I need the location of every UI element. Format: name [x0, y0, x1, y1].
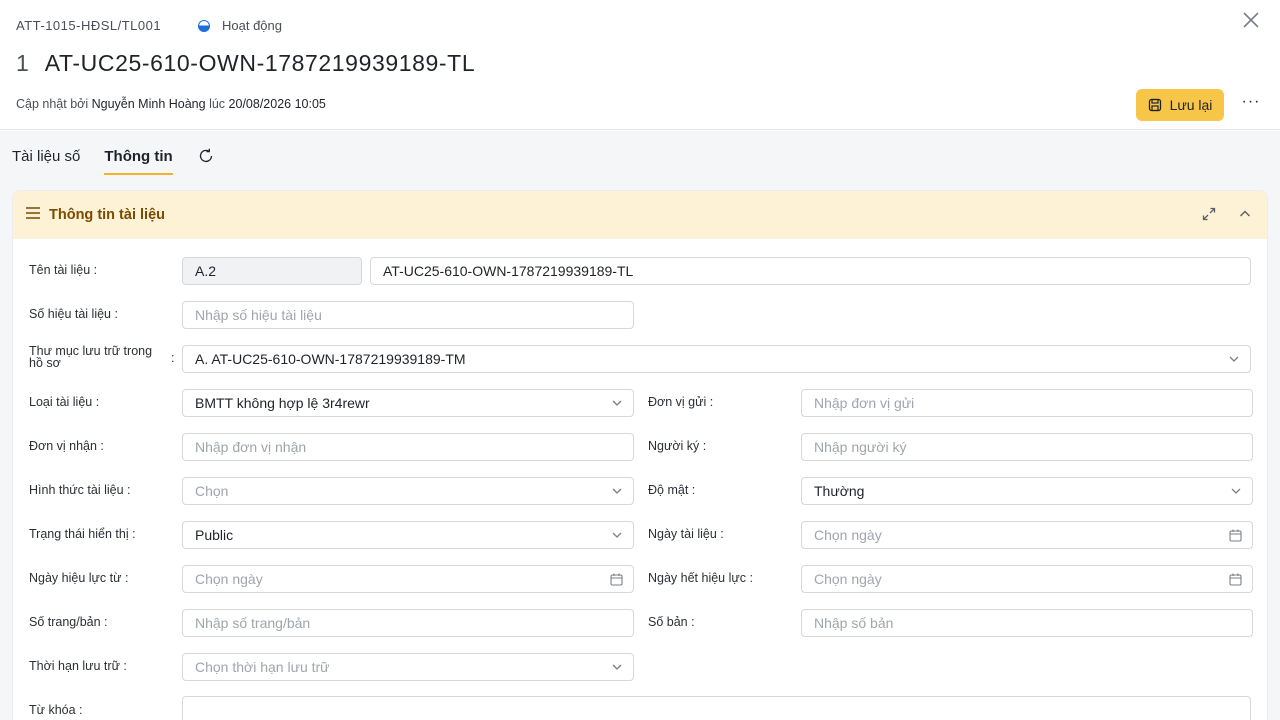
- calendar-icon: [1229, 522, 1242, 548]
- page-count-label: Số trang/bản :: [29, 615, 108, 629]
- copy-count-field[interactable]: [814, 610, 1240, 636]
- document-form-select[interactable]: Chọn: [182, 477, 634, 505]
- expiry-date-label: Ngày hết hiệu lực :: [648, 571, 753, 585]
- copy-count-input[interactable]: [801, 609, 1253, 637]
- retention-period-select[interactable]: Chọn thời hạn lưu trữ: [182, 653, 634, 681]
- calendar-icon: [1229, 566, 1242, 592]
- section-header[interactable]: Thông tin tài liệu: [13, 191, 1267, 239]
- updated-by: Nguyễn Minh Hoàng: [91, 97, 206, 111]
- document-name-prefix: A.2: [182, 257, 362, 285]
- tab-information[interactable]: Thông tin: [104, 136, 173, 175]
- storage-folder-select[interactable]: A. AT-UC25-610-OWN-1787219939189-TM: [182, 345, 1251, 373]
- chevron-down-icon: [611, 478, 623, 504]
- keywords-label: Từ khóa :: [29, 703, 83, 717]
- storage-folder-value: A. AT-UC25-610-OWN-1787219939189-TM: [195, 351, 466, 367]
- document-type-label: Loại tài liệu :: [29, 395, 100, 409]
- save-label: Lưu lại: [1169, 97, 1213, 113]
- status-half-circle-icon: [198, 19, 210, 32]
- effective-from-placeholder: Chọn ngày: [195, 571, 263, 587]
- effective-from-picker[interactable]: Chọn ngày: [182, 565, 634, 593]
- receiver-unit-input[interactable]: [182, 433, 634, 461]
- title-index: 1: [16, 50, 29, 76]
- storage-folder-label: Thư mục lưu trữ trong hồ sơ: [29, 344, 153, 370]
- document-type-value: BMTT không hợp lệ 3r4rewr: [195, 395, 370, 411]
- chevron-down-icon: [1230, 478, 1242, 504]
- document-date-placeholder: Chọn ngày: [814, 527, 882, 543]
- document-header: ATT-1015-HĐSL/TL001 Hoạt động 1 AT-UC25-…: [0, 0, 1280, 130]
- display-status-value: Public: [195, 527, 234, 543]
- page-count-input[interactable]: [182, 609, 634, 637]
- receiver-unit-label: Đơn vị nhận :: [29, 439, 104, 453]
- retention-period-label: Thời hạn lưu trữ :: [29, 659, 127, 673]
- calendar-icon: [610, 566, 623, 592]
- confidentiality-label: Độ mật :: [648, 483, 696, 497]
- document-number-label: Số hiệu tài liệu :: [29, 307, 118, 321]
- chevron-down-icon: [1228, 346, 1240, 372]
- refresh-icon[interactable]: [197, 136, 215, 170]
- expand-icon[interactable]: [1201, 206, 1217, 222]
- page-title: 1 AT-UC25-610-OWN-1787219939189-TL: [16, 50, 475, 77]
- page-count-field[interactable]: [195, 610, 621, 636]
- status-text: Hoạt động: [222, 18, 282, 33]
- updated-at: 20/08/2026 10:05: [228, 97, 326, 111]
- expiry-date-picker[interactable]: Chọn ngày: [801, 565, 1253, 593]
- sender-unit-label: Đơn vị gửi :: [648, 395, 714, 409]
- document-info-section: Thông tin tài liệu Tên tài liệu : A.2 Số…: [12, 190, 1268, 720]
- document-number-input[interactable]: [182, 301, 634, 329]
- storage-folder-colon: :: [171, 351, 175, 365]
- chevron-up-icon[interactable]: [1237, 206, 1253, 222]
- chevron-down-icon: [611, 654, 623, 680]
- tab-bar: Tài liệu số Thông tin: [12, 136, 215, 180]
- chevron-down-icon: [611, 522, 623, 548]
- document-name-input[interactable]: [370, 257, 1251, 285]
- updated-info: Cập nhật bởi Nguyễn Minh Hoàng lúc 20/08…: [16, 97, 326, 111]
- copy-count-label: Số bản :: [648, 615, 695, 629]
- save-button[interactable]: Lưu lại: [1136, 89, 1224, 121]
- updated-prefix: Cập nhật bởi: [16, 97, 89, 111]
- chevron-down-icon: [611, 390, 623, 416]
- display-status-select[interactable]: Public: [182, 521, 634, 549]
- keywords-input[interactable]: [182, 696, 1251, 720]
- save-icon: [1148, 98, 1162, 112]
- menu-icon: [25, 206, 41, 225]
- confidentiality-value: Thường: [814, 483, 865, 499]
- effective-from-label: Ngày hiệu lực từ :: [29, 571, 129, 585]
- document-type-select[interactable]: BMTT không hợp lệ 3r4rewr: [182, 389, 634, 417]
- signer-label: Người ký :: [648, 439, 707, 453]
- sender-unit-field[interactable]: [814, 390, 1240, 416]
- confidentiality-select[interactable]: Thường: [801, 477, 1253, 505]
- document-form-label: Hình thức tài liệu :: [29, 483, 131, 497]
- display-status-label: Trạng thái hiển thị :: [29, 527, 136, 541]
- more-icon[interactable]: ···: [1238, 93, 1264, 115]
- document-form-placeholder: Chọn: [195, 483, 229, 499]
- document-name-value[interactable]: [383, 258, 1238, 284]
- document-date-picker[interactable]: Chọn ngày: [801, 521, 1253, 549]
- receiver-unit-field[interactable]: [195, 434, 621, 460]
- document-name-label: Tên tài liệu :: [29, 263, 98, 277]
- signer-input[interactable]: [801, 433, 1253, 461]
- document-number-field[interactable]: [195, 302, 621, 328]
- retention-period-placeholder: Chọn thời hạn lưu trữ: [195, 659, 330, 675]
- title-text: AT-UC25-610-OWN-1787219939189-TL: [44, 50, 476, 76]
- document-date-label: Ngày tài liệu :: [648, 527, 724, 541]
- signer-field[interactable]: [814, 434, 1240, 460]
- tab-digital-documents[interactable]: Tài liệu số: [12, 136, 80, 173]
- section-actions: [1201, 206, 1253, 222]
- document-code: ATT-1015-HĐSL/TL001: [16, 18, 162, 33]
- section-title: Thông tin tài liệu: [49, 207, 165, 223]
- updated-at-word: lúc: [209, 97, 226, 111]
- sender-unit-input[interactable]: [801, 389, 1253, 417]
- close-icon[interactable]: [1238, 10, 1264, 36]
- status-indicator: Hoạt động: [198, 18, 282, 33]
- expiry-date-placeholder: Chọn ngày: [814, 571, 882, 587]
